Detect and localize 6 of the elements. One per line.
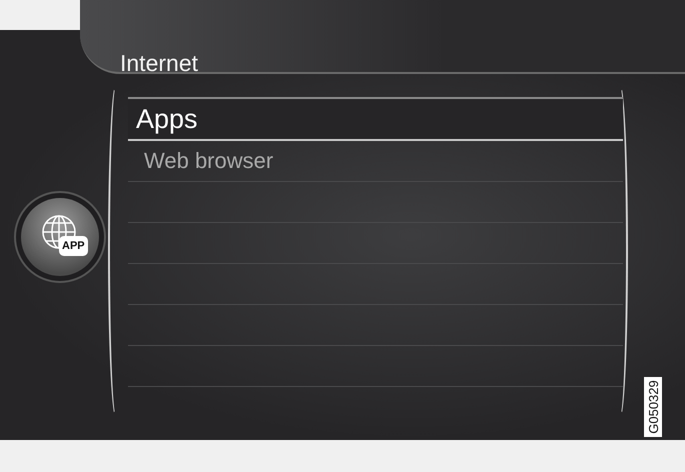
menu-item[interactable]: Web browser [128,141,623,181]
header-title: Internet [120,50,198,76]
app-badge: APP [59,236,88,256]
figure-code: G050329 [644,377,662,437]
selected-menu-item[interactable]: Apps [128,99,623,139]
internet-app-button[interactable]: APP [21,198,99,276]
